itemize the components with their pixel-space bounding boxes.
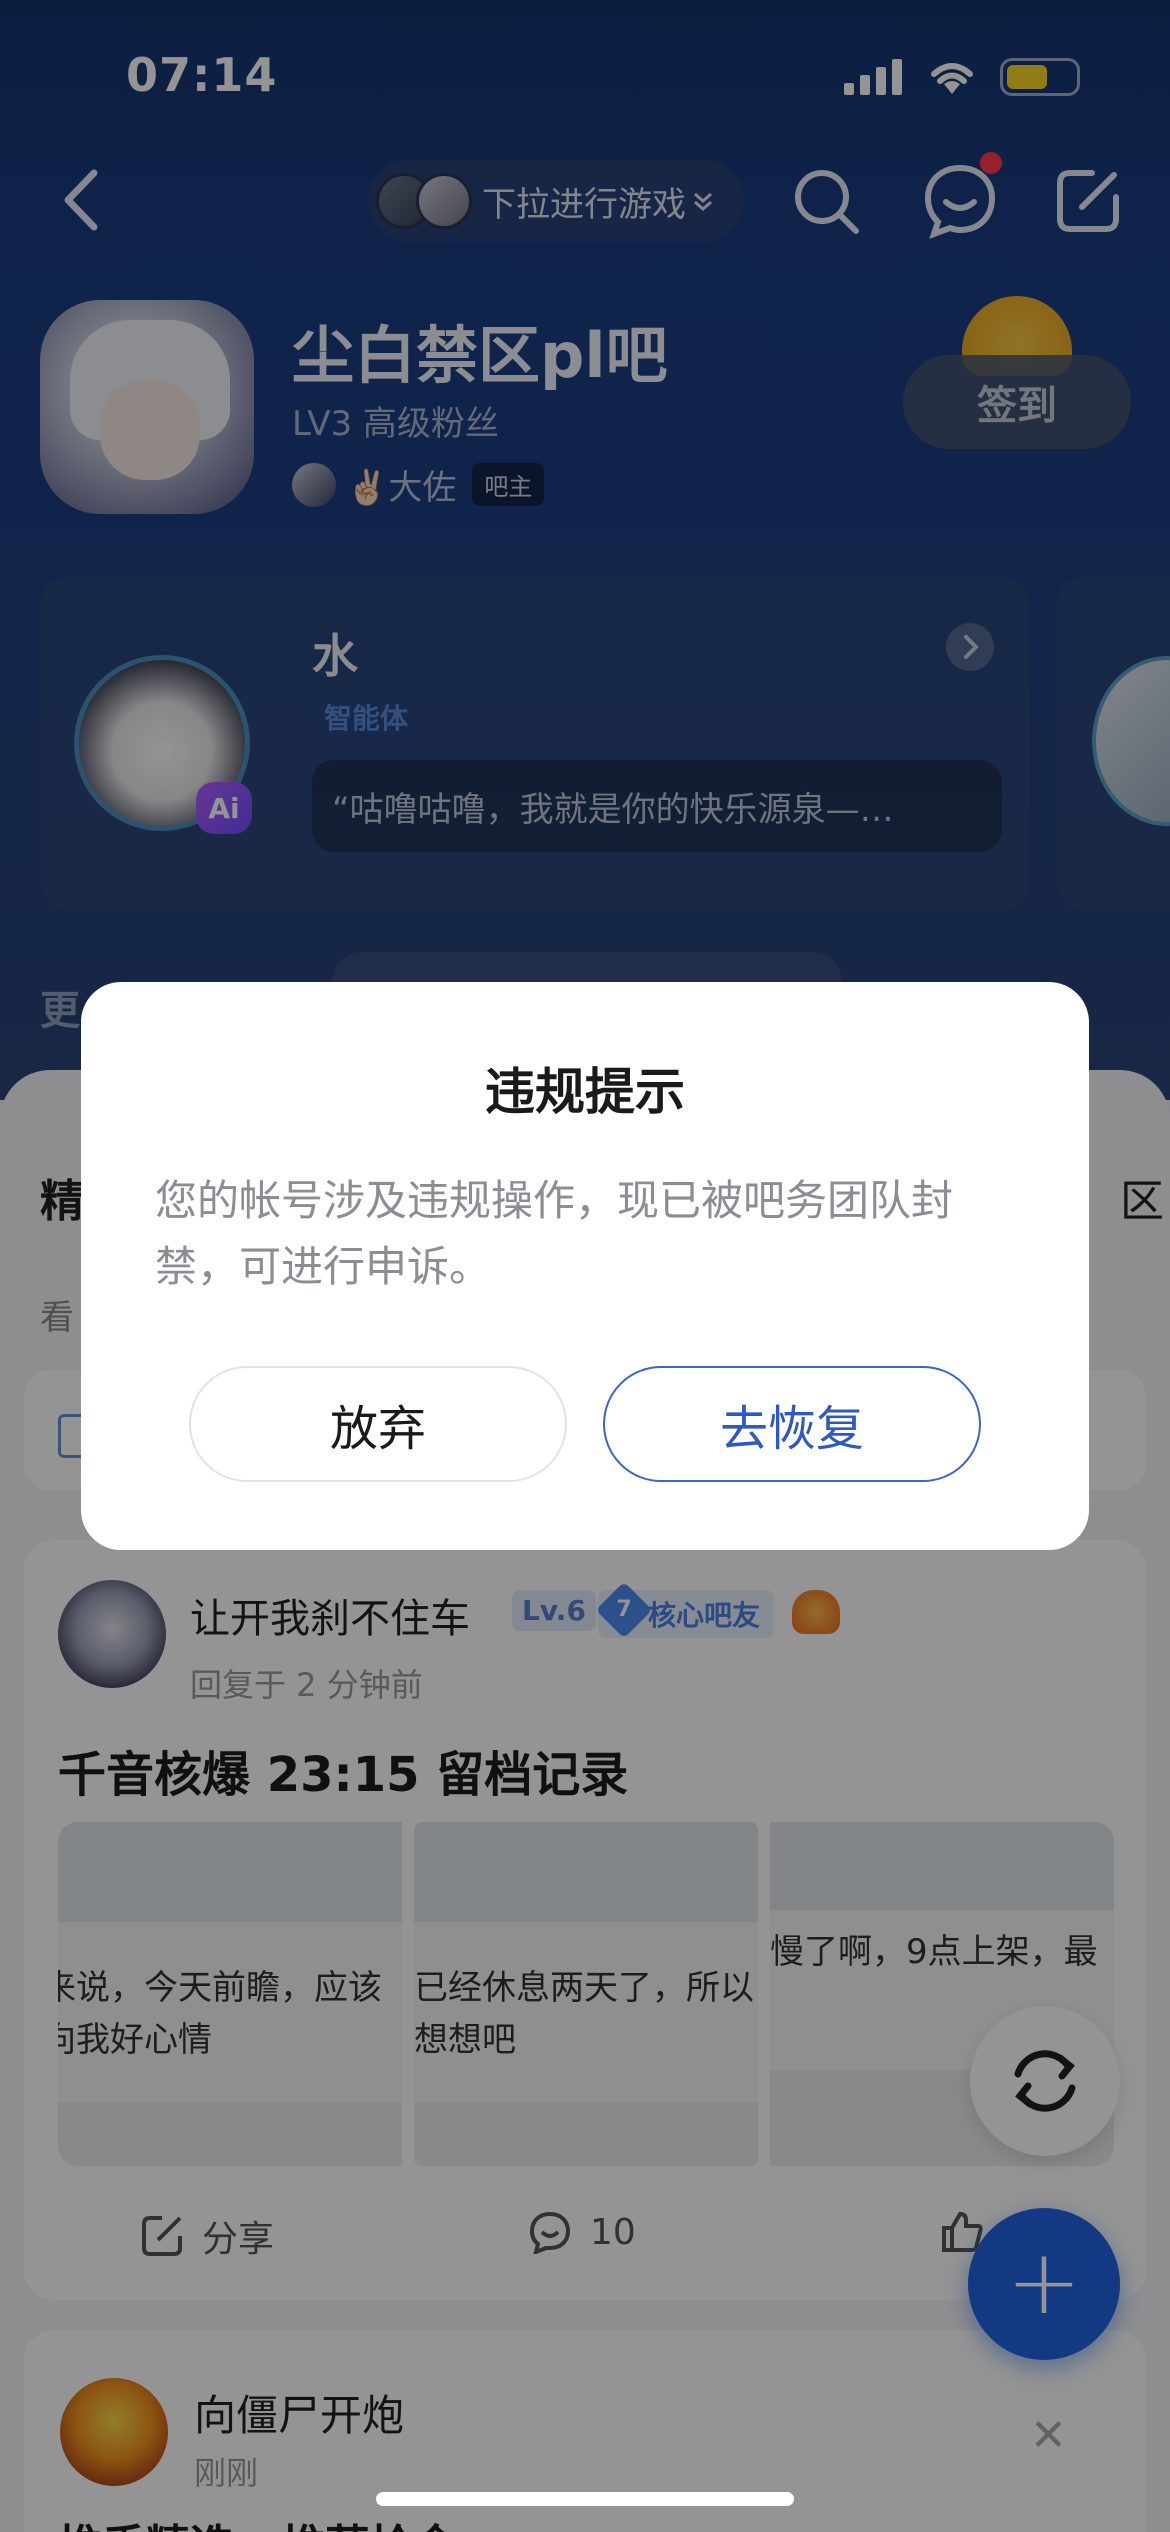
dialog-title: 违规提示 — [485, 1063, 685, 1121]
home-indicator[interactable] — [376, 2492, 794, 2506]
violation-dialog: 违规提示 您的帐号涉及违规操作，现已被吧务团队封禁，可进行申诉。 放弃 去恢复 — [81, 982, 1089, 1550]
abandon-button[interactable]: 放弃 — [189, 1366, 567, 1482]
dialog-message: 您的帐号涉及违规操作，现已被吧务团队封禁，可进行申诉。 — [155, 1176, 954, 1291]
restore-button[interactable]: 去恢复 — [603, 1366, 981, 1482]
